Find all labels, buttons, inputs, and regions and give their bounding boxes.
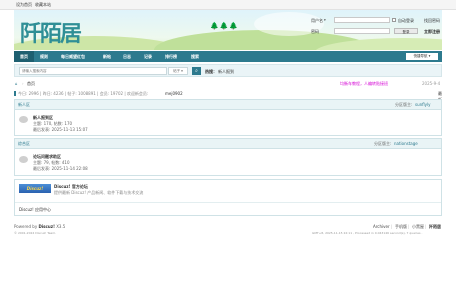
powered-by-link[interactable]: Discuz! xyxy=(38,224,54,229)
nav-item-records[interactable]: 记录 xyxy=(144,51,152,62)
copyright-text: © 2001-2024 Discuz! Team. xyxy=(14,231,57,235)
footer-separator: | xyxy=(391,224,393,229)
moderator-link[interactable]: sunflyly xyxy=(415,102,431,107)
notice-link[interactable]: 均衡车教程，人编转贴接班 xyxy=(340,81,388,87)
nav-item-blog[interactable]: 日志 xyxy=(123,51,131,62)
stats-text: 今日: 2996 | 昨日: 4236 | 帖子: 1008891 | 会员: … xyxy=(18,91,149,96)
forum-stats: 今日: 2996 | 昨日: 4236 | 帖子: 1008891 | 会员: … xyxy=(14,91,442,114)
register-link[interactable]: 立即注册 xyxy=(424,29,440,35)
site-logo[interactable]: 阡陌居 xyxy=(20,16,82,48)
powered-by-text: Powered by Discuz! X3.5 xyxy=(14,224,66,229)
app-center-link[interactable]: Discuz! 应用中心 xyxy=(19,207,51,213)
breadcrumb-separator-icon: › xyxy=(22,81,24,86)
category-header: 新人区 分区版主: sunflyly xyxy=(15,100,441,110)
blackroom-link[interactable]: 小黑屋 xyxy=(412,224,424,230)
nav-item-ranking[interactable]: 排行榜 xyxy=(165,51,177,62)
bookmark-link[interactable]: 收藏本站 xyxy=(35,2,51,8)
nav-item-daily-redpacket[interactable]: 每日威望红包 xyxy=(61,51,85,62)
discuz-logo[interactable]: Discuz! xyxy=(19,184,51,193)
brand-link[interactable]: 阡陌居 xyxy=(429,224,441,230)
set-home-link[interactable]: 设为首页 xyxy=(16,2,32,8)
search-icon[interactable]: ⌕ xyxy=(192,67,201,75)
mobile-link[interactable]: 手机版 xyxy=(395,224,407,230)
main-nav: 首页 规则 每日威望红包 新帖 日志 记录 排行榜 搜索 快捷导航 ▾ xyxy=(14,51,442,62)
forum-last-post[interactable]: 最后发表: 2025-11-13 15:07 xyxy=(33,127,88,133)
password-label: 密码 xyxy=(311,29,319,34)
category-title[interactable]: 新人区 xyxy=(18,102,30,108)
footer: Powered by Discuz! X3.5 © 2001-2024 Disc… xyxy=(14,224,442,238)
notice-date: 2025-9-4 xyxy=(422,81,441,86)
footer-separator: | xyxy=(408,224,410,229)
forgot-password-link[interactable]: 找回密码 xyxy=(424,18,440,24)
quick-nav-button[interactable]: 快捷导航 ▾ xyxy=(406,53,438,60)
nav-item-search[interactable]: 搜索 xyxy=(191,51,199,62)
trees-decoration: 🌲🌲🌲 xyxy=(210,22,240,30)
processing-info: GMT+8, 2025-11-15 22:11 , Processed in 0… xyxy=(312,231,423,235)
friend-links: Discuz! Discuz! 官方论坛 提供最新 Discuz! 产品新闻、软… xyxy=(14,179,442,216)
category-newbie: 新人区 分区版主: sunflyly 新人报到区 主题: 170, 帖数: 17… xyxy=(14,99,442,136)
search-bar: 帖子 ▾ ⌕ 热搜： 新人报到 xyxy=(14,64,442,77)
login-button[interactable]: 登录 xyxy=(394,28,418,34)
username-label: 用户名 xyxy=(311,18,323,23)
forum-icon[interactable] xyxy=(19,156,28,163)
forum-last-post[interactable]: 最后发表: 2025-11-14 22:08 xyxy=(33,166,88,172)
nav-item-home[interactable]: 首页 xyxy=(14,51,34,62)
search-scope-select[interactable]: 帖子 ▾ xyxy=(168,67,188,75)
autologin-label: 自动登录 xyxy=(398,18,414,23)
search-input[interactable] xyxy=(19,67,167,75)
nav-item-new-posts[interactable]: 新帖 xyxy=(103,51,111,62)
breadcrumb: ⌂ › 首页 均衡车教程，人编转贴接班 2025-9-4 xyxy=(14,81,442,87)
category-title[interactable]: 综合区 xyxy=(18,141,30,147)
username-input[interactable] xyxy=(334,17,390,23)
moderator-link[interactable]: nationstage xyxy=(394,141,418,146)
autologin-checkbox[interactable] xyxy=(392,18,396,22)
moderator-label: 分区版主: xyxy=(374,141,392,146)
password-input[interactable] xyxy=(334,28,390,34)
home-icon[interactable]: ⌂ xyxy=(15,81,18,86)
top-bar: 设为首页 收藏本站 xyxy=(0,0,456,10)
breadcrumb-current[interactable]: 首页 xyxy=(27,81,35,87)
divider xyxy=(15,202,441,203)
stats-marker-icon xyxy=(14,91,16,96)
hot-search-link[interactable]: 新人报到 xyxy=(218,69,234,75)
archiver-link[interactable]: Archiver xyxy=(373,224,390,229)
forum-icon[interactable] xyxy=(19,116,28,123)
new-member-link[interactable]: mej0902 xyxy=(165,91,183,96)
footer-separator: | xyxy=(425,224,427,229)
nav-item-rules[interactable]: 规则 xyxy=(40,51,48,62)
category-general: 综合区 分区版主: nationstage 论坛问题求助区 主题: 79, 帖数… xyxy=(14,138,442,176)
moderator-label: 分区版主: xyxy=(395,102,413,107)
hot-search-label: 热搜： xyxy=(205,69,217,74)
discuz-official-desc: 提供最新 Discuz! 产品新闻、软件下载与技术交流 xyxy=(54,190,144,195)
category-header: 综合区 分区版主: nationstage xyxy=(15,139,441,149)
username-type-chevron-icon[interactable]: ▾ xyxy=(324,18,326,22)
